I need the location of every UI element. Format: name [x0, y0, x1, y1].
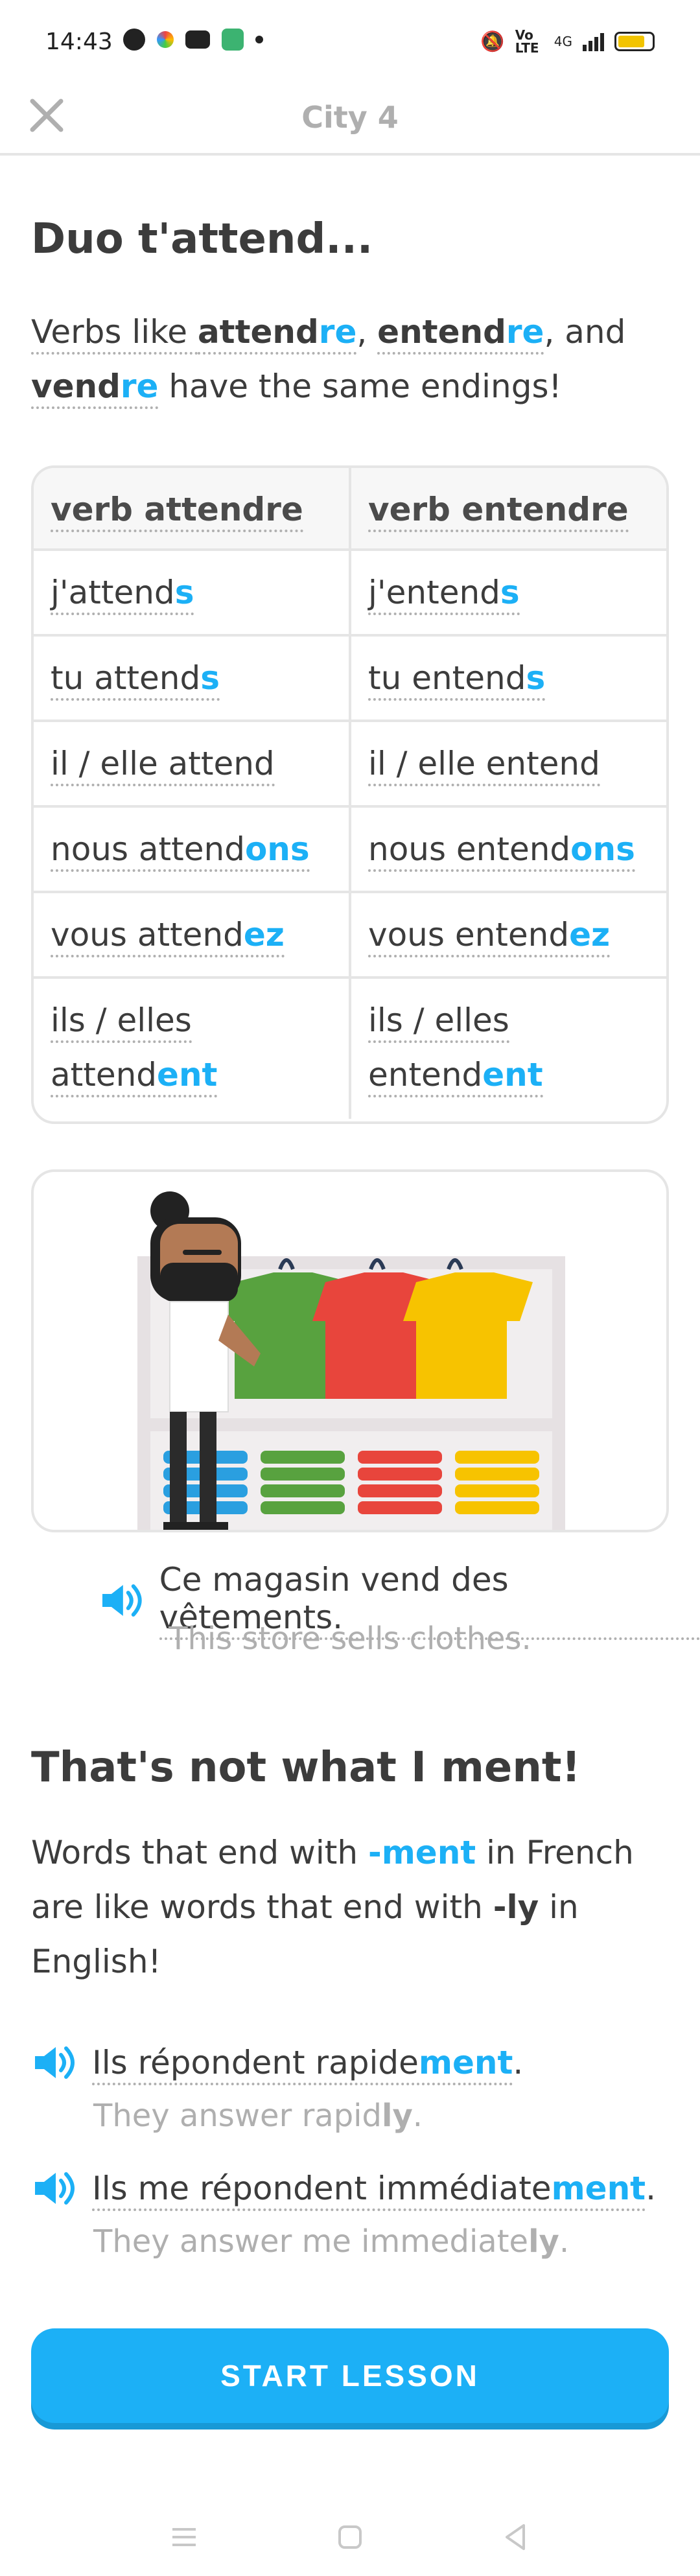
system-icons: 🔕 Vo LTE 4G [480, 29, 655, 54]
status-bar: 14:43 🔕 Vo LTE 4G [0, 0, 700, 84]
signal-bars-icon [583, 32, 604, 51]
section2-text: Words that end with -ment in French are … [31, 1834, 634, 1980]
home-icon[interactable] [331, 2518, 369, 2557]
pinwheel-icon [157, 31, 174, 48]
french-sentence[interactable]: Ils me répondent immédiatement. [92, 2170, 656, 2211]
speaker-icon[interactable] [31, 2168, 78, 2209]
back-icon[interactable] [496, 2518, 535, 2557]
table-cell[interactable]: j'entends [351, 551, 666, 634]
table-header-row: verb attendre verb entendre [34, 468, 666, 551]
word-entendre[interactable]: entendre [377, 313, 544, 355]
mute-icon: 🔕 [480, 30, 505, 53]
clothing-store-image [137, 1191, 565, 1530]
more-dot-icon [255, 36, 263, 43]
table-cell[interactable]: nous attendons [34, 808, 351, 891]
battery-icon [614, 32, 655, 51]
conjugation-table: verb attendre verb entendre j'attends j'… [31, 465, 669, 1124]
app-notification-icon [123, 29, 145, 51]
example-sentence-3: Ils me répondent immédiatement. [31, 2168, 656, 2211]
recent-apps-icon[interactable] [165, 2518, 204, 2557]
signal-label: 4G [554, 34, 572, 49]
intro-tail: have the same endings! [158, 368, 562, 405]
table-cell[interactable]: nous entendons [351, 808, 666, 891]
suffix-ment: -ment [368, 1834, 476, 1871]
word-verbs-like[interactable]: Verbs like [31, 313, 198, 355]
lesson-header: City 4 [0, 84, 700, 156]
table-cell[interactable]: ils / elles attendent [34, 979, 351, 1119]
youtube-icon [185, 30, 210, 49]
system-nav-bar [0, 2502, 700, 2576]
section-title-2: That's not what I ment! [31, 1744, 581, 1792]
start-lesson-button[interactable]: START LESSON [31, 2328, 669, 2423]
french-sentence[interactable]: Ils répondent rapidement. [92, 2044, 523, 2085]
suffix-ly: -ly [493, 1888, 539, 1926]
intro-text: Verbs like attendre, entendre, and vendr… [31, 305, 673, 414]
table-header-entendre[interactable]: verb entendre [351, 468, 666, 548]
speaker-icon[interactable] [31, 2042, 78, 2083]
volte-label: Vo LTE [515, 27, 539, 56]
translation: This store sells clothes. [169, 1621, 531, 1657]
table-cell[interactable]: j'attends [34, 551, 351, 634]
table-cell[interactable]: tu attends [34, 637, 351, 720]
table-cell[interactable]: il / elle entend [351, 722, 666, 805]
word-attendre[interactable]: attendre [197, 313, 357, 355]
table-cell[interactable]: tu entends [351, 637, 666, 720]
example-sentence-2: Ils répondent rapidement. [31, 2042, 523, 2085]
table-cell[interactable]: ils / elles entendent [351, 979, 666, 1119]
table-row: ils / elles attendent ils / elles entenden… [34, 979, 666, 1119]
app-green-icon [222, 29, 244, 51]
table-cell[interactable]: vous entendez [351, 893, 666, 976]
table-row: vous attendez vous entendez [34, 893, 666, 979]
table-row: il / elle attend il / elle entend [34, 722, 666, 808]
word-vendre[interactable]: vendre [31, 368, 159, 409]
translation: They answer me immediately. [93, 2223, 570, 2260]
speaker-icon[interactable] [99, 1580, 145, 1621]
table-cell[interactable]: vous attendez [34, 893, 351, 976]
table-row: j'attends j'entends [34, 551, 666, 637]
table-header-attendre[interactable]: verb attendre [34, 468, 351, 548]
translation: They answer rapidly. [93, 2098, 423, 2134]
page-title: City 4 [301, 100, 399, 135]
table-row: tu attends tu entends [34, 637, 666, 722]
table-cell[interactable]: il / elle attend [34, 722, 351, 805]
section-title: Duo t'attend... [31, 215, 373, 263]
table-row: nous attendons nous entendons [34, 808, 666, 893]
store-illustration [31, 1169, 669, 1532]
notification-icons [123, 29, 263, 51]
status-time: 14:43 [45, 29, 113, 55]
